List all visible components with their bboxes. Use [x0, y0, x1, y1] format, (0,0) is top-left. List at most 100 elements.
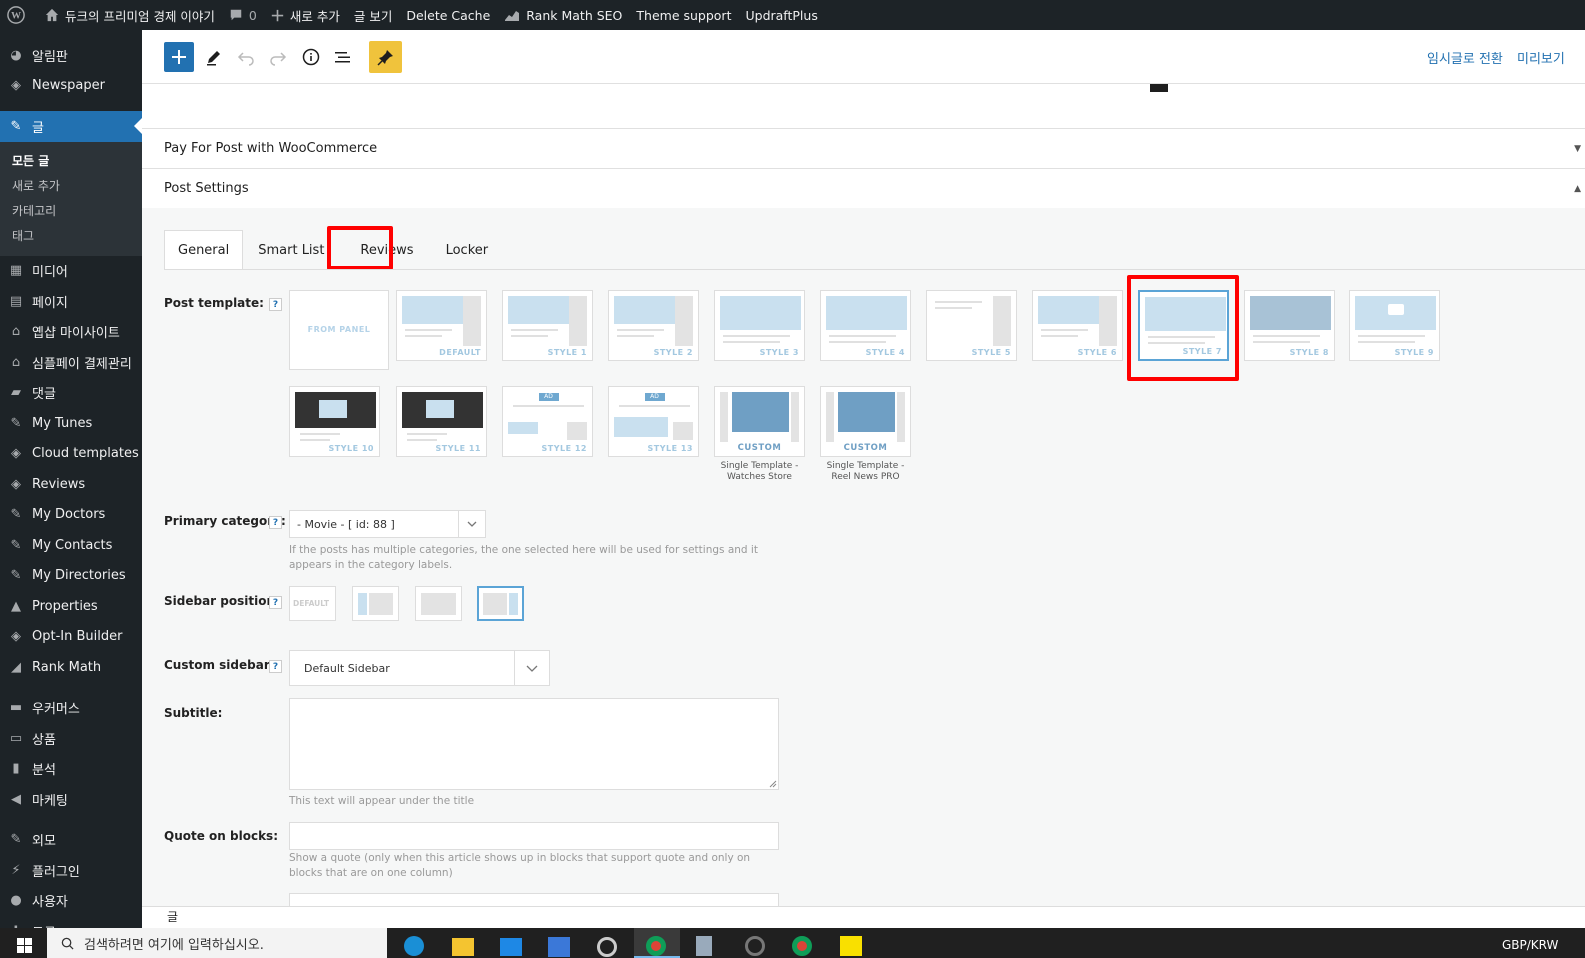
post-template-help-icon[interactable]: ?	[269, 298, 282, 311]
menu-products[interactable]: ▭ 상품	[0, 723, 142, 754]
submenu-categories[interactable]: 카테고리	[0, 198, 142, 223]
menu-properties[interactable]: ▲ Properties	[0, 591, 142, 622]
breadcrumb-item[interactable]: 글	[167, 910, 178, 924]
submenu-add-new[interactable]: 새로 추가	[0, 173, 142, 198]
menu-my-directories[interactable]: ✎ My Directories	[0, 561, 142, 592]
wordpress-logo-icon[interactable]: W	[0, 0, 38, 30]
template-option[interactable]: STYLE 11	[396, 386, 487, 457]
resize-handle-icon[interactable]	[769, 780, 777, 788]
next-field-input[interactable]	[289, 893, 779, 906]
template-option[interactable]: STYLE 8	[1244, 290, 1335, 361]
menu-comments[interactable]: ▰ 댓글	[0, 378, 142, 409]
primary-category-help-icon[interactable]: ?	[269, 516, 282, 529]
menu-marketing[interactable]: ◀ 마케팅	[0, 784, 142, 815]
custom-sidebar-select[interactable]: Default Sidebar	[289, 650, 550, 686]
template-option[interactable]: STYLE 4	[820, 290, 911, 361]
primary-category-select[interactable]: - Movie - [ id: 88 ]	[289, 510, 486, 538]
custom-sidebar-help-icon[interactable]: ?	[269, 660, 282, 673]
undo-button[interactable]	[231, 42, 261, 72]
subtitle-textarea[interactable]	[289, 698, 779, 790]
menu-posts[interactable]: ✎ 글	[0, 111, 142, 142]
menu-analytics[interactable]: ▮ 분석	[0, 754, 142, 785]
post-template-label: Post template:	[164, 296, 264, 310]
menu-my-doctors[interactable]: ✎ My Doctors	[0, 500, 142, 531]
pin-toolbar-button[interactable]	[369, 41, 402, 73]
template-option[interactable]: STYLE 3	[714, 290, 805, 361]
kakaotalk-icon[interactable]	[840, 936, 862, 956]
menu-shop-mysite[interactable]: ⌂ 옙샵 마이사이트	[0, 317, 142, 348]
chrome-icon[interactable]	[792, 936, 812, 956]
edge-browser-icon[interactable]	[404, 936, 424, 956]
menu-rank-math[interactable]: ◢ Rank Math	[0, 652, 142, 683]
menu-dashboard[interactable]: ◕ 알림판	[0, 40, 142, 71]
redo-button[interactable]	[263, 42, 293, 72]
store-icon[interactable]	[548, 937, 570, 957]
menu-cloud-templates[interactable]: ◈ Cloud templates	[0, 439, 142, 470]
submenu-all-posts[interactable]: 모든 글	[0, 148, 142, 173]
details-button[interactable]	[296, 42, 326, 72]
menu-plugins[interactable]: ⚡ 플러그인	[0, 855, 142, 886]
building-icon: ▲	[11, 598, 21, 614]
add-block-button[interactable]	[164, 42, 194, 72]
mail-icon[interactable]	[500, 938, 522, 956]
sidebar-none-option[interactable]	[415, 586, 462, 621]
submenu-tags[interactable]: 태그	[0, 223, 142, 248]
site-name-link[interactable]: 듀크의 프리미엄 경제 이야기	[38, 0, 222, 30]
pay-for-post-panel[interactable]: Pay For Post with WooCommerce ▼	[142, 128, 1585, 168]
rank-math-link[interactable]: Rank Math SEO	[497, 0, 629, 30]
menu-opt-in-builder[interactable]: ◈ Opt-In Builder	[0, 622, 142, 653]
sidebar-left-option[interactable]	[352, 586, 399, 621]
template-option[interactable]: STYLE 9	[1349, 290, 1440, 361]
menu-newspaper[interactable]: ◈ Newspaper	[0, 71, 142, 102]
edit-tool-button[interactable]	[199, 42, 229, 72]
sidebar-position-help-icon[interactable]: ?	[269, 596, 282, 609]
post-settings-panel[interactable]: Post Settings ▲	[142, 168, 1585, 208]
settings-gear-icon[interactable]	[597, 937, 617, 957]
plus-icon	[172, 50, 186, 64]
chrome-active-task[interactable]	[634, 928, 680, 958]
menu-tools[interactable]: ✚도구	[0, 916, 142, 928]
sidebar-default-option[interactable]: DEFAULT	[289, 586, 336, 621]
menu-appearance[interactable]: ✎ 외모	[0, 825, 142, 856]
app-icon[interactable]	[696, 936, 712, 956]
menu-users[interactable]: ● 사용자	[0, 886, 142, 917]
menu-my-tunes[interactable]: ✎ My Tunes	[0, 408, 142, 439]
template-option[interactable]: AD STYLE 13	[608, 386, 699, 457]
updraftplus-link[interactable]: UpdraftPlus	[738, 0, 824, 30]
comments-link[interactable]: 0	[222, 0, 264, 30]
menu-media[interactable]: ▦ 미디어	[0, 256, 142, 287]
sidebar-right-option[interactable]	[477, 586, 524, 621]
new-content-link[interactable]: 새로 추가	[264, 0, 347, 30]
windows-start-icon[interactable]	[17, 938, 33, 954]
preview-button[interactable]: 미리보기	[1517, 48, 1565, 67]
template-option[interactable]: STYLE 5	[926, 290, 1017, 361]
text-line	[1253, 341, 1310, 343]
template-option[interactable]: STYLE 6	[1032, 290, 1123, 361]
menu-pages[interactable]: ▤ 페이지	[0, 286, 142, 317]
file-explorer-icon[interactable]	[452, 938, 474, 956]
template-option[interactable]: STYLE 2	[608, 290, 699, 361]
view-post-link[interactable]: 글 보기	[347, 0, 399, 30]
taskbar-search-box[interactable]: 검색하려면 여기에 입력하십시오.	[47, 928, 387, 958]
template-option[interactable]: STYLE 1	[502, 290, 593, 361]
menu-reviews[interactable]: ◈ Reviews	[0, 469, 142, 500]
template-option[interactable]: CUSTOM	[820, 386, 911, 457]
tab-smart-list[interactable]: Smart List	[245, 230, 337, 270]
switch-to-draft-button[interactable]: 임시글로 전환	[1427, 48, 1503, 67]
template-option[interactable]: FROM PANEL	[289, 290, 389, 370]
template-option[interactable]: CUSTOM	[714, 386, 805, 457]
app-icon[interactable]	[745, 936, 765, 956]
template-option[interactable]: DEFAULT	[396, 290, 487, 361]
list-view-button[interactable]	[328, 42, 358, 72]
menu-my-contacts[interactable]: ✎ My Contacts	[0, 530, 142, 561]
tab-locker[interactable]: Locker	[433, 230, 502, 270]
panel-title: Pay For Post with WooCommerce	[164, 141, 378, 156]
template-option[interactable]: AD STYLE 12	[502, 386, 593, 457]
quote-on-blocks-input[interactable]	[289, 822, 779, 850]
theme-support-link[interactable]: Theme support	[629, 0, 738, 30]
menu-simplepay[interactable]: ⌂ 심플페이 결제관리	[0, 347, 142, 378]
template-option[interactable]: STYLE 10	[289, 386, 380, 457]
menu-woocommerce[interactable]: ▬ 우커머스	[0, 693, 142, 724]
delete-cache-link[interactable]: Delete Cache	[399, 0, 497, 30]
tab-general[interactable]: General	[164, 230, 244, 270]
